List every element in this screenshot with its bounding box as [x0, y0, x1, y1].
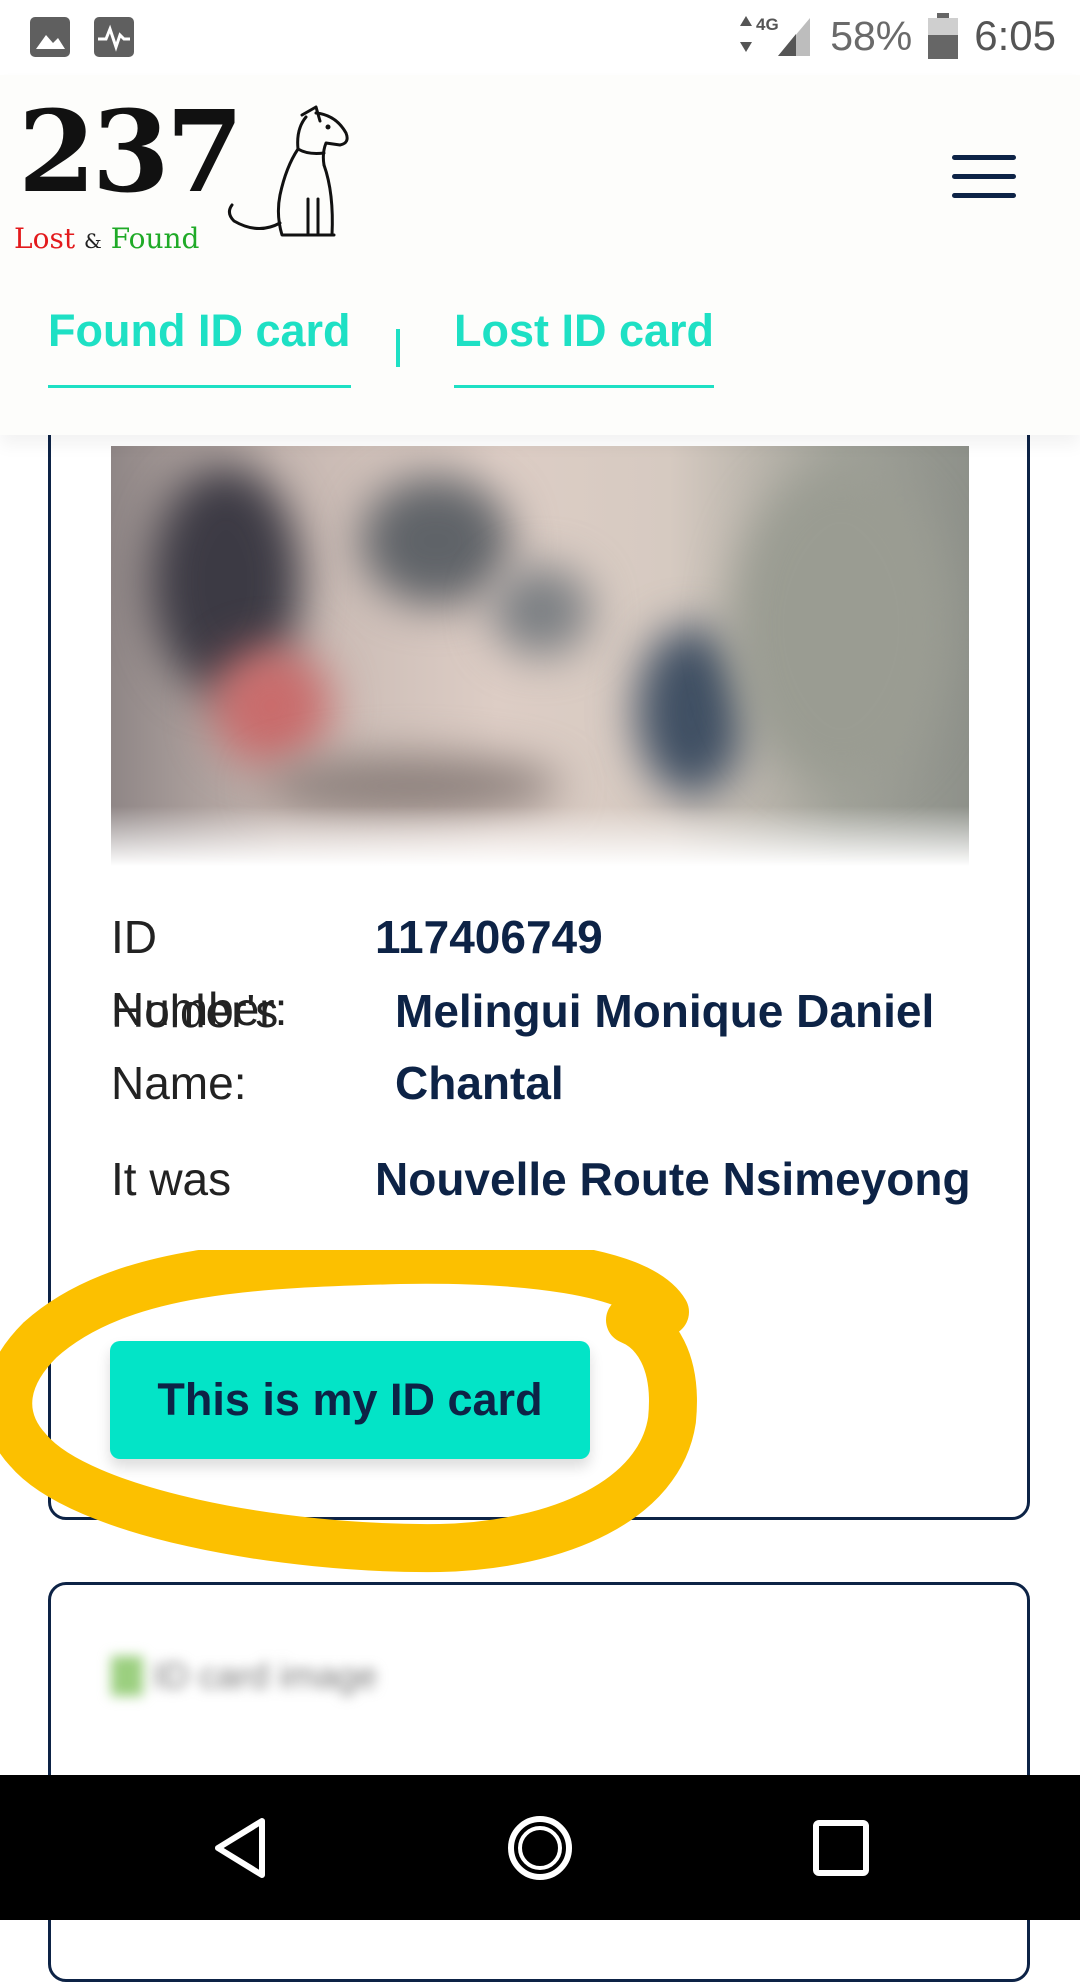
found-place-value: Nouvelle Route Nsimeyong [375, 1153, 971, 1205]
signal-4g-icon: 4G [740, 15, 811, 56]
site-header: 237 Lost & Found Found ID card Lost ID c… [0, 75, 1080, 435]
svg-text:4G: 4G [756, 15, 779, 34]
id-card-listing: ID Number: 117406749 Holder's Name: Meli… [48, 330, 1030, 1520]
holder-name-line2: Chantal [395, 1057, 564, 1109]
holder-label-line2: Name: [111, 1057, 247, 1109]
status-bar: 4G 58% 6:05 [0, 0, 1080, 75]
back-icon[interactable] [206, 1813, 276, 1883]
image-icon [30, 17, 70, 57]
holder-label-line1: Holder's [111, 985, 279, 1037]
tab-divider [396, 329, 400, 367]
recents-icon[interactable] [806, 1813, 876, 1883]
id-number-value: 117406749 [375, 911, 603, 963]
system-nav-bar [0, 1775, 1080, 1920]
dog-logo-icon [227, 105, 349, 237]
found-place-label: It was [111, 1153, 232, 1205]
clock: 6:05 [974, 12, 1056, 59]
id-card-photo [111, 446, 969, 866]
broken-image-icon [111, 1656, 143, 1696]
id-card-image-placeholder: ID card image [111, 1643, 451, 1709]
hamburger-menu-icon[interactable] [952, 155, 1016, 207]
logo-tagline: Lost & Found [14, 222, 200, 255]
holder-name-row: Holder's Name: Melingui Monique Daniel C… [111, 975, 991, 1125]
home-icon[interactable] [505, 1813, 575, 1883]
holder-name-line1: Melingui Monique Daniel [395, 985, 935, 1037]
activity-icon [94, 17, 134, 57]
site-logo[interactable]: 237 Lost & Found [14, 87, 354, 255]
logo-number: 237 [18, 87, 244, 218]
battery-percent: 58% [830, 12, 913, 59]
found-place-row: It was Nouvelle Route Nsimeyong [111, 1143, 1011, 1215]
id-card-tabs: Found ID card Lost ID card [0, 305, 1080, 405]
tab-lost-id-card[interactable]: Lost ID card [454, 305, 715, 388]
claim-id-card-button[interactable]: This is my ID card [110, 1341, 590, 1459]
tab-found-id-card[interactable]: Found ID card [48, 305, 351, 388]
battery-icon [928, 13, 959, 59]
